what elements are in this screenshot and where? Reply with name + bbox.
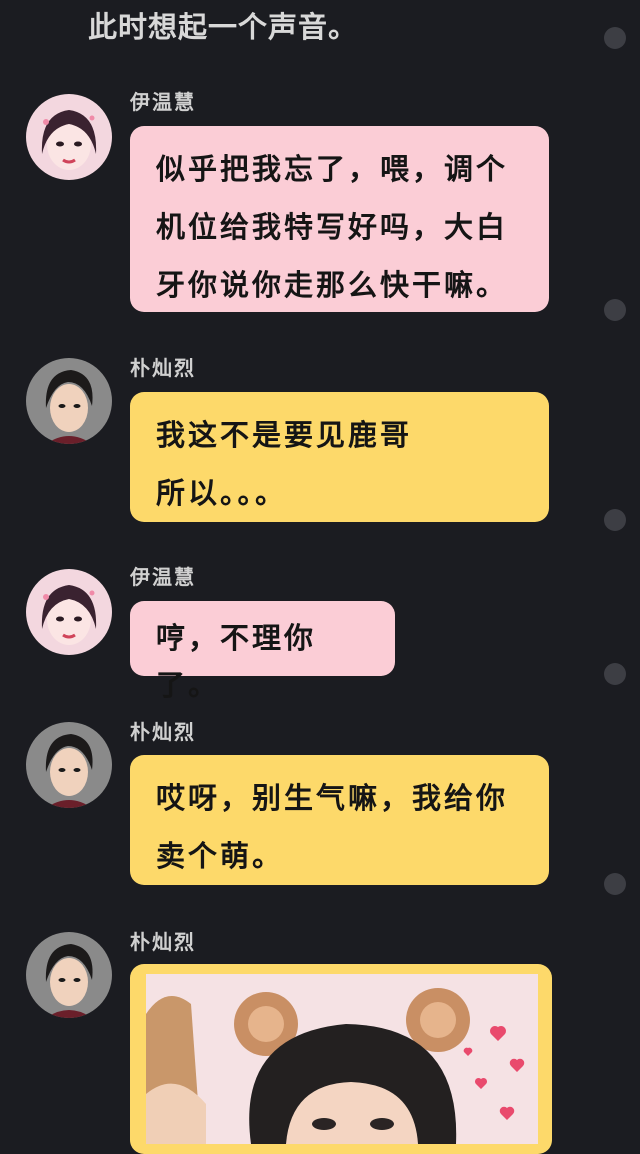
scroll-dot [604,299,626,321]
sender-name: 朴灿烈 [130,930,196,954]
message-bubble[interactable]: 哼，不理你了。 [130,601,395,702]
message-bubble[interactable]: 我这不是要见鹿哥所以。。。 [130,392,549,522]
sender-name: 伊温慧 [130,90,196,114]
scroll-dot [604,873,626,895]
girl-avatar[interactable] [26,569,112,655]
sender-name: 朴灿烈 [130,356,196,380]
scroll-dot [604,509,626,531]
boy-avatar[interactable] [26,358,112,444]
scroll-dot [604,663,626,685]
sender-name: 朴灿烈 [130,720,196,744]
message-bubble[interactable]: 似乎把我忘了，喂，调个机位给我特写好吗，大白牙你说你走那么快干嘛。 [130,126,549,312]
scroll-dot [604,27,626,49]
image-message-bubble[interactable] [130,964,552,1154]
intro-text: 此时想起一个声音。 [88,10,359,44]
girl-avatar[interactable] [26,94,112,180]
sender-name: 伊温慧 [130,565,196,589]
bear-ears-photo [146,974,538,1144]
boy-avatar[interactable] [26,722,112,808]
message-bubble[interactable]: 哎呀，别生气嘛，我给你卖个萌。 [130,755,549,885]
boy-avatar[interactable] [26,932,112,1018]
